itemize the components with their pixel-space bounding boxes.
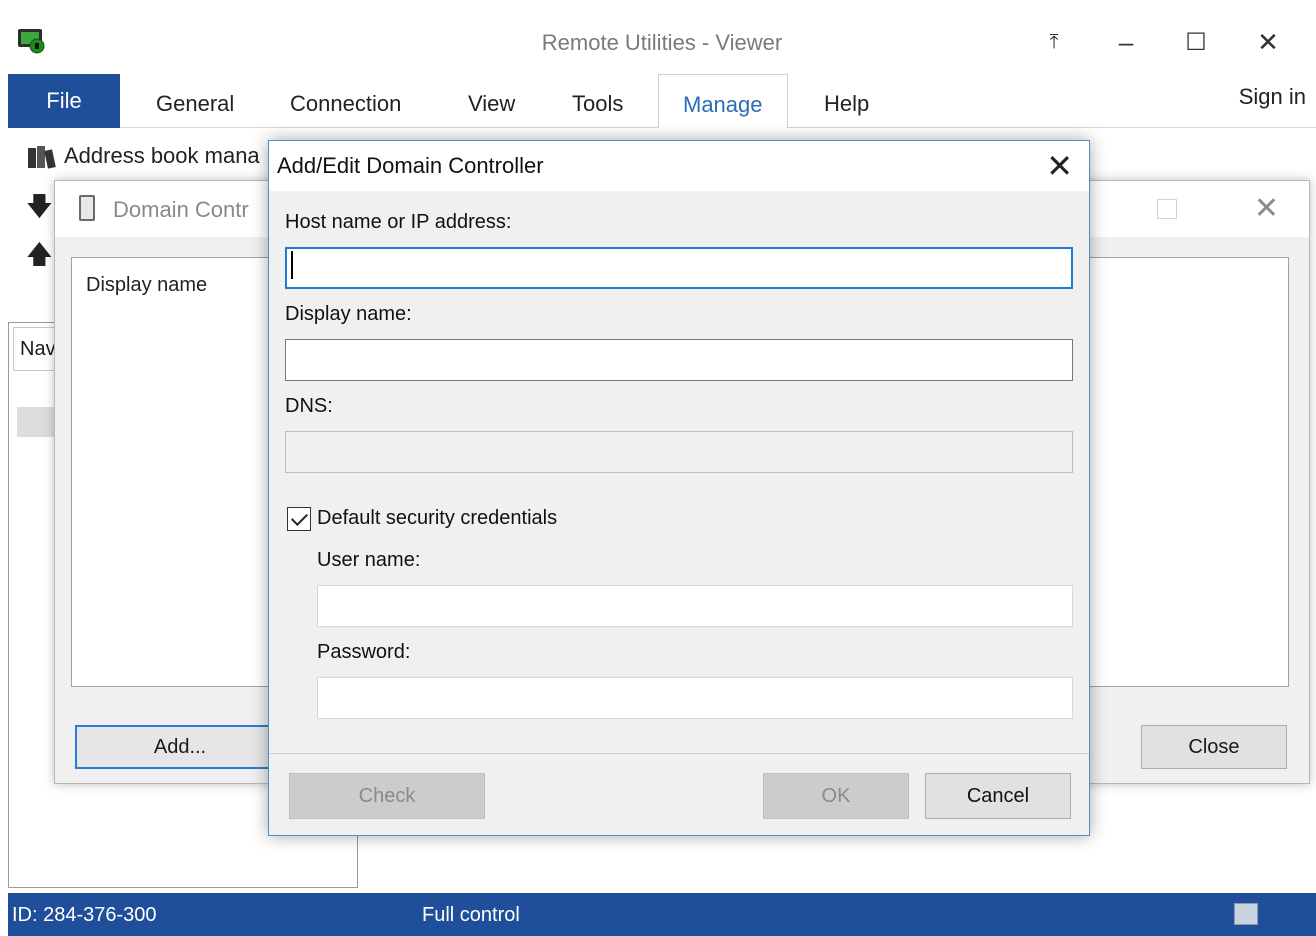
tab-file[interactable]: File <box>8 74 120 128</box>
minimize-button[interactable]: – <box>1102 22 1150 62</box>
title-bar: Remote Utilities - Viewer ⤒ – ☐ ✕ <box>8 10 1316 74</box>
display-name-input[interactable] <box>285 339 1073 381</box>
add-edit-domain-controller-dialog: Add/Edit Domain Controller ✕ Host name o… <box>268 140 1090 836</box>
display-name-label: Display name: <box>285 303 412 325</box>
default-credentials-label[interactable]: Default security credentials <box>317 507 557 530</box>
pin-icon[interactable]: ⤒ <box>1030 22 1078 62</box>
close-button[interactable]: ✕ <box>1244 22 1292 62</box>
text-cursor <box>291 251 293 279</box>
user-name-input[interactable] <box>317 585 1073 627</box>
cancel-button[interactable]: Cancel <box>925 773 1071 819</box>
column-header-display-name[interactable]: Display name <box>86 274 207 297</box>
tab-view[interactable]: View <box>444 74 539 128</box>
dns-label: DNS: <box>285 395 333 417</box>
close-dialog-button[interactable]: Close <box>1141 725 1287 769</box>
footer-divider <box>269 753 1089 754</box>
address-book-manager-button[interactable]: Address book mana <box>26 142 260 170</box>
books-icon <box>28 146 56 169</box>
ok-button[interactable]: OK <box>763 773 909 819</box>
address-book-label: Address book mana <box>64 143 260 168</box>
maximize-button[interactable]: ☐ <box>1172 22 1220 62</box>
arrow-up-icon[interactable]: 🡅 <box>26 236 53 280</box>
host-label: Host name or IP address: <box>285 211 512 233</box>
default-credentials-checkbox[interactable] <box>287 507 311 531</box>
password-input[interactable] <box>317 677 1073 719</box>
add-button[interactable]: Add... <box>75 725 285 769</box>
tab-help[interactable]: Help <box>800 74 893 128</box>
domain-controllers-title: Domain Contr <box>113 197 249 222</box>
status-id: ID: 284-376-300 <box>12 904 157 926</box>
status-mode: Full control <box>422 904 520 926</box>
network-status-icon[interactable] <box>1234 903 1258 925</box>
ribbon-tabs: File General Connection View Tools Manag… <box>8 74 1316 130</box>
add-edit-titlebar: Add/Edit Domain Controller ✕ <box>269 141 1089 191</box>
dialog-title: Add/Edit Domain Controller <box>277 153 544 178</box>
host-input[interactable] <box>285 247 1073 289</box>
tab-connection[interactable]: Connection <box>266 74 425 128</box>
tab-tools[interactable]: Tools <box>548 74 647 128</box>
tab-manage[interactable]: Manage <box>658 74 788 130</box>
dns-input <box>285 431 1073 473</box>
check-button[interactable]: Check <box>289 773 485 819</box>
tab-general[interactable]: General <box>132 74 258 128</box>
maximize-icon[interactable] <box>1157 199 1177 219</box>
status-bar: ID: 284-376-300 Full control <box>8 893 1316 936</box>
sign-in-link[interactable]: Sign in <box>1239 84 1306 110</box>
user-name-label: User name: <box>317 549 421 571</box>
close-icon[interactable]: ✕ <box>1046 147 1073 185</box>
close-icon[interactable]: ✕ <box>1254 191 1279 226</box>
password-label: Password: <box>317 641 411 663</box>
arrow-down-icon[interactable]: 🡇 <box>26 188 53 232</box>
server-icon <box>79 195 95 221</box>
